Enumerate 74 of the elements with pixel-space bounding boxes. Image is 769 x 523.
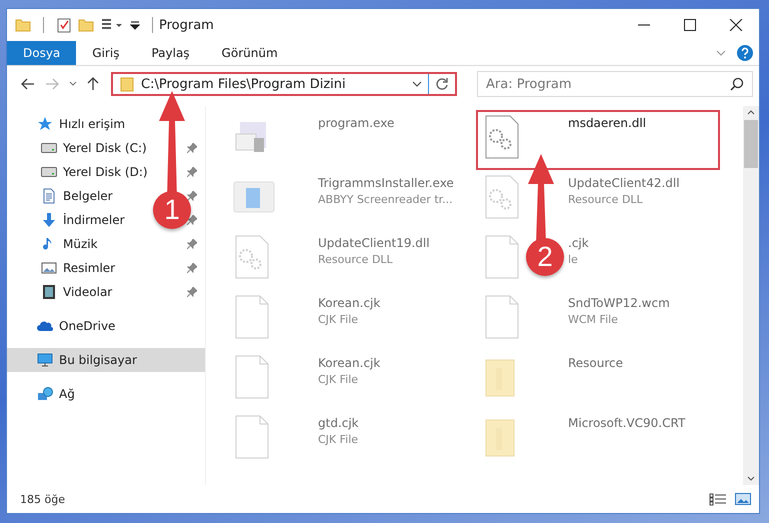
address-field[interactable]: C:\Program Files\Program Dizini — [111, 72, 457, 96]
chevron-down-icon[interactable] — [412, 80, 422, 88]
file-name[interactable]: UpdateClient19.dll — [318, 234, 430, 250]
search-field[interactable]: Ara: Program — [477, 71, 753, 97]
drive-icon — [41, 140, 57, 156]
video-icon — [41, 284, 57, 300]
pin-icon[interactable] — [187, 239, 197, 249]
file-name[interactable]: Korean.cjk — [318, 354, 380, 370]
step-number-badge: 2 — [526, 238, 564, 276]
details-view-icon[interactable] — [709, 492, 727, 506]
close-icon[interactable] — [729, 19, 743, 31]
document-icon — [41, 188, 57, 204]
file-type: WCM File — [568, 313, 618, 326]
folder-icon[interactable] — [78, 17, 94, 33]
pin-icon[interactable] — [187, 143, 197, 153]
sidebar-item[interactable]: Resimler — [63, 261, 116, 275]
step-number-badge: 1 — [153, 191, 191, 229]
network-icon — [37, 386, 53, 402]
file-name[interactable]: program.exe — [318, 114, 394, 130]
picture-icon — [41, 260, 57, 276]
file-name[interactable]: Microsoft.VC90.CRT — [568, 414, 686, 430]
folder-icon — [119, 76, 135, 92]
sidebar-item[interactable]: Bu bilgisayar — [59, 353, 137, 367]
item-count: 185 öğe — [20, 492, 66, 506]
search-icon — [730, 77, 744, 91]
file-type: CJK File — [318, 433, 358, 446]
refresh-icon[interactable] — [435, 77, 449, 91]
file-name[interactable]: gtd.cjk — [318, 414, 359, 430]
file-name[interactable]: UpdateClient42.dll — [568, 174, 680, 190]
up-arrow-icon[interactable] — [87, 77, 99, 91]
file-type: CJK File — [318, 313, 358, 326]
sidebar-item[interactable]: Belgeler — [63, 189, 113, 203]
file-type: Resource DLL — [318, 253, 393, 266]
ribbon-tab[interactable]: Dosya — [7, 41, 76, 65]
file-type: ABBYY Screenreader tr... — [318, 193, 453, 206]
properties-icon[interactable] — [56, 17, 72, 33]
pin-icon[interactable] — [187, 167, 197, 177]
file-name[interactable]: Korean.cjk — [318, 294, 380, 310]
pin-icon[interactable] — [187, 215, 197, 225]
ribbon-tab[interactable]: Paylaş — [135, 41, 206, 65]
large-icons-view-icon[interactable] — [735, 492, 751, 506]
pin-icon[interactable] — [187, 191, 197, 201]
sidebar-item[interactable]: Ağ — [59, 387, 75, 401]
forward-arrow-icon[interactable] — [45, 78, 59, 90]
window-title: Program — [159, 18, 215, 32]
file-type: le — [568, 253, 578, 266]
sidebar-item[interactable]: Müzik — [63, 237, 98, 251]
sidebar-item[interactable]: OneDrive — [59, 319, 116, 333]
file-type: Resource DLL — [568, 193, 643, 206]
file-name[interactable]: .cjk — [568, 234, 589, 250]
ribbon-tab[interactable]: Görünüm — [206, 41, 294, 65]
file-name[interactable]: TrigrammsInstaller.exe — [318, 174, 454, 190]
file-type: CJK File — [318, 373, 358, 386]
file-name[interactable]: msdaeren.dll — [568, 114, 646, 130]
maximize-icon[interactable] — [683, 19, 697, 31]
sidebar-item[interactable]: Yerel Disk (D:) — [63, 165, 148, 179]
scrollbar-thumb[interactable] — [744, 120, 758, 168]
pin-icon[interactable] — [187, 287, 197, 297]
file-name[interactable]: Resource — [568, 354, 624, 370]
sidebar-item[interactable]: Yerel Disk (C:) — [63, 141, 147, 155]
computer-icon — [37, 352, 53, 368]
download-icon — [41, 212, 57, 228]
back-arrow-icon[interactable] — [21, 78, 35, 90]
chevron-down-icon[interactable] — [69, 80, 77, 88]
ribbon-tab[interactable]: Giriş — [76, 41, 136, 65]
drive-icon — [41, 164, 57, 180]
star-icon — [37, 116, 53, 132]
sidebar-item[interactable]: Videolar — [63, 285, 112, 299]
sidebar-item[interactable]: İndirmeler — [63, 213, 125, 227]
file-name[interactable]: SndToWP12.wcm — [568, 294, 670, 310]
sidebar-item[interactable]: Hızlı erişim — [59, 117, 126, 131]
folder-icon[interactable] — [15, 17, 31, 33]
pin-icon[interactable] — [187, 263, 197, 273]
help-icon[interactable] — [737, 45, 753, 61]
